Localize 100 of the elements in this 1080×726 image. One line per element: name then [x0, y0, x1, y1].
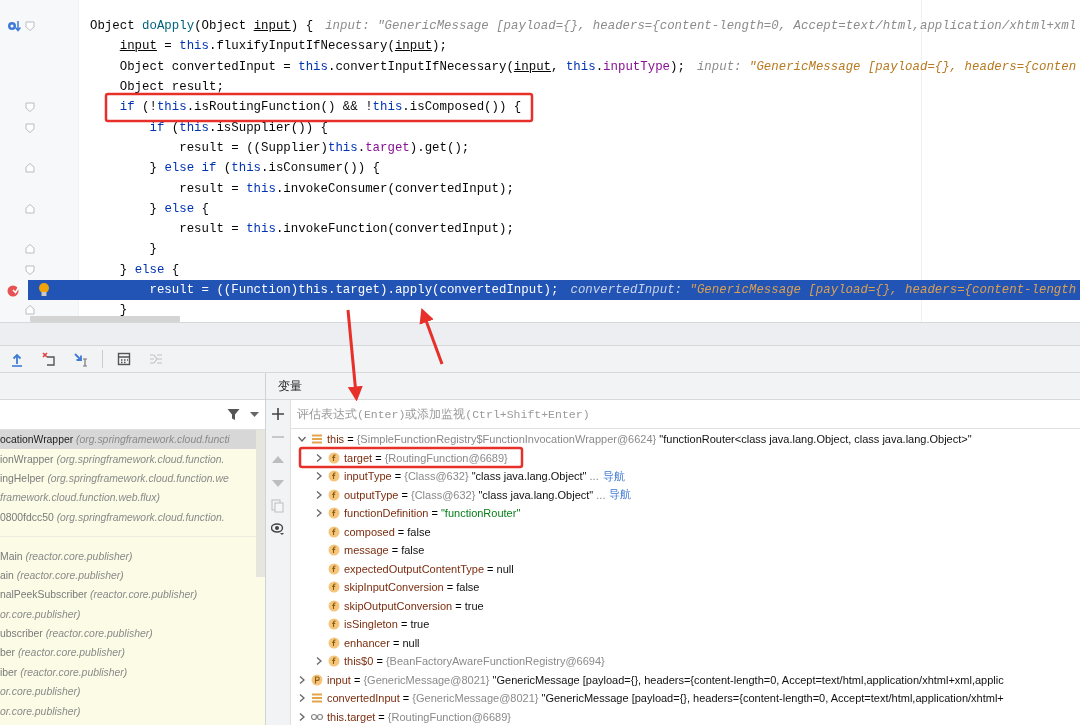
list-icon	[311, 433, 323, 446]
run-to-cursor-icon	[74, 351, 88, 367]
fold-icon	[25, 305, 35, 316]
code-line: } else if (this.isConsumer()) {	[149, 161, 381, 176]
variable-entry: isSingleton = true	[344, 618, 430, 631]
stack-frame[interactable]: or.core.publisher)	[0, 682, 256, 702]
field-icon	[328, 507, 340, 520]
fold-icon	[25, 21, 35, 32]
inline-value-hint: input: "GenericMessage [payload={}, headers={conten	[696, 59, 1077, 74]
step-out-icon	[10, 351, 24, 367]
parameter-icon	[311, 673, 323, 686]
code-line: }	[119, 303, 128, 318]
stack-frame[interactable]: ionWrapper (org.springframework.cloud.function.	[0, 449, 256, 469]
code-line: Object doApply(Object input) {	[90, 19, 314, 34]
variable-entry: target = {RoutingFunction@6689}	[344, 451, 508, 464]
code-line: if (this.isSupplier()) {	[149, 120, 328, 135]
chevron-right-icon[interactable]	[314, 489, 324, 500]
trace-icon	[149, 351, 163, 367]
code-line: result = ((Function)this.target).apply(convertedInput);	[149, 283, 559, 297]
eye-button[interactable]	[270, 522, 286, 536]
chevron-right-icon[interactable]	[314, 452, 324, 463]
field-icon	[328, 581, 340, 594]
variable-entry: input = {GenericMessage@8021} "GenericMessage [payload={}, headers={content-length=0, Accept=text/html,application/xhtml+xml,applic	[327, 673, 1004, 686]
navigate-link[interactable]: 导航	[609, 487, 632, 503]
code-line: result = this.invokeFunction(convertedInput);	[179, 222, 514, 237]
field-icon	[328, 636, 340, 649]
scrollbar[interactable]	[30, 316, 180, 322]
fold-icon	[25, 122, 35, 133]
stack-frame[interactable]: ber (reactor.core.publisher)	[0, 643, 256, 663]
code-line: } else {	[149, 201, 209, 216]
chevron-right-icon[interactable]	[314, 471, 324, 482]
fold-icon	[25, 203, 35, 214]
field-icon	[328, 451, 340, 464]
stack-frame[interactable]: ingHelper (org.springframework.cloud.function.we	[0, 468, 256, 489]
override-icon	[7, 19, 21, 34]
code-line: result = ((Supplier)this.target).get();	[179, 140, 470, 155]
calculator-icon	[117, 351, 131, 367]
stack-frame[interactable]: ubscriber (reactor.core.publisher)	[0, 623, 256, 644]
filter-icon	[227, 408, 240, 421]
drop-frame-icon	[42, 351, 56, 367]
scrollbar[interactable]	[256, 430, 265, 577]
inline-value-hint: input: "GenericMessage [payload={}, headers={content-length=0, Accept=text/html,application/xhtml+xml	[325, 19, 1077, 34]
field-icon	[328, 488, 340, 501]
fold-icon	[25, 102, 35, 113]
arrow	[419, 307, 444, 365]
variable-entry: enhancer = null	[344, 636, 420, 649]
add-icon	[271, 407, 285, 421]
chevron-right-icon[interactable]	[314, 508, 324, 519]
eye-icon	[271, 522, 285, 536]
variable-entry: convertedInput = {GenericMessage@8021} "GenericMessage [payload={}, headers={content-length=0, Accept=text/html,application/xhtml+	[327, 692, 1004, 705]
variable-entry: this.target = {RoutingFunction@6689}	[327, 710, 511, 723]
chevron-right-icon[interactable]	[297, 693, 307, 704]
fold-icon	[25, 264, 35, 275]
variable-entry: this$0 = {BeanFactoryAwareFunctionRegistry@6694}	[344, 655, 605, 668]
variable-entry: functionDefinition = "functionRouter"	[344, 507, 521, 520]
fold-icon	[25, 163, 35, 174]
panel-title: 变量	[278, 378, 302, 394]
dropdown-caret-icon	[250, 411, 259, 418]
chevron-right-icon[interactable]	[297, 711, 307, 722]
variable-entry: expectedOutputContentType = null	[344, 562, 514, 575]
variable-entry: skipInputConversion = false	[344, 581, 480, 594]
field-icon	[328, 562, 340, 575]
stack-frame[interactable]: ocationWrapper (org.springframework.cloud.functi	[0, 430, 256, 450]
code-line: if (!this.isRoutingFunction() && !this.isComposed()) {	[119, 100, 522, 115]
variable-entry: composed = false	[344, 525, 431, 538]
code-line: result = this.invokeConsumer(convertedInput);	[179, 181, 514, 196]
add-button[interactable]	[270, 407, 286, 421]
code-line: Object result;	[119, 80, 224, 95]
list-icon	[311, 692, 323, 705]
stack-frame[interactable]: ain (reactor.core.publisher)	[0, 565, 256, 586]
fold-icon	[25, 244, 35, 255]
field-icon	[328, 470, 340, 483]
variable-entry: inputType = {Class@632} "class java.lang.Object" ...	[344, 470, 599, 483]
field-icon	[328, 618, 340, 631]
code-line: } else {	[119, 262, 180, 277]
field-icon	[328, 525, 340, 538]
variable-entry: message = false	[344, 544, 425, 557]
stack-frame[interactable]: or.core.publisher)	[0, 701, 256, 721]
code-line: Object convertedInput = this.convertInputIfNecessary(input, this.inputType);	[119, 59, 685, 74]
variable-entry: skipOutputConversion = true	[344, 599, 484, 612]
code-line: input = this.fluxifyInputIfNecessary(input);	[119, 39, 447, 54]
variable-entry: this = {SimpleFunctionRegistry$FunctionInvocationWrapper@6624} "functionRouter<class java.lang.Object, class java.lang.Object>"	[327, 433, 972, 446]
stack-frame[interactable]: or.core.publisher)	[0, 604, 256, 624]
stack-frame[interactable]: nalPeekSubscriber (reactor.core.publisher)	[0, 585, 256, 605]
chevron-right-icon[interactable]	[314, 656, 324, 667]
field-icon	[328, 599, 340, 612]
inline-value-hint: convertedInput: "GenericMessage [payload={}, headers={content-length	[570, 283, 1077, 297]
chevron-right-icon[interactable]	[297, 674, 307, 685]
copy-icon	[271, 499, 285, 513]
variable-entry: outputType = {Class@632} "class java.lang.Object" ...	[344, 488, 606, 501]
stack-frame[interactable]: iber (reactor.core.publisher)	[0, 662, 256, 683]
stack-frame[interactable]: 0800fdcc50 (org.springframework.cloud.function.	[0, 507, 256, 527]
navigate-link[interactable]: 导航	[602, 468, 625, 484]
stack-frame[interactable]: Main (reactor.core.publisher)	[0, 546, 256, 566]
field-icon	[328, 655, 340, 668]
stack-frame[interactable]: framework.cloud.function.web.flux)	[0, 488, 256, 508]
lightbulb-icon	[38, 282, 50, 298]
breakpoint-icon	[7, 283, 21, 297]
field-icon	[328, 544, 340, 557]
code-line: }	[149, 242, 157, 257]
